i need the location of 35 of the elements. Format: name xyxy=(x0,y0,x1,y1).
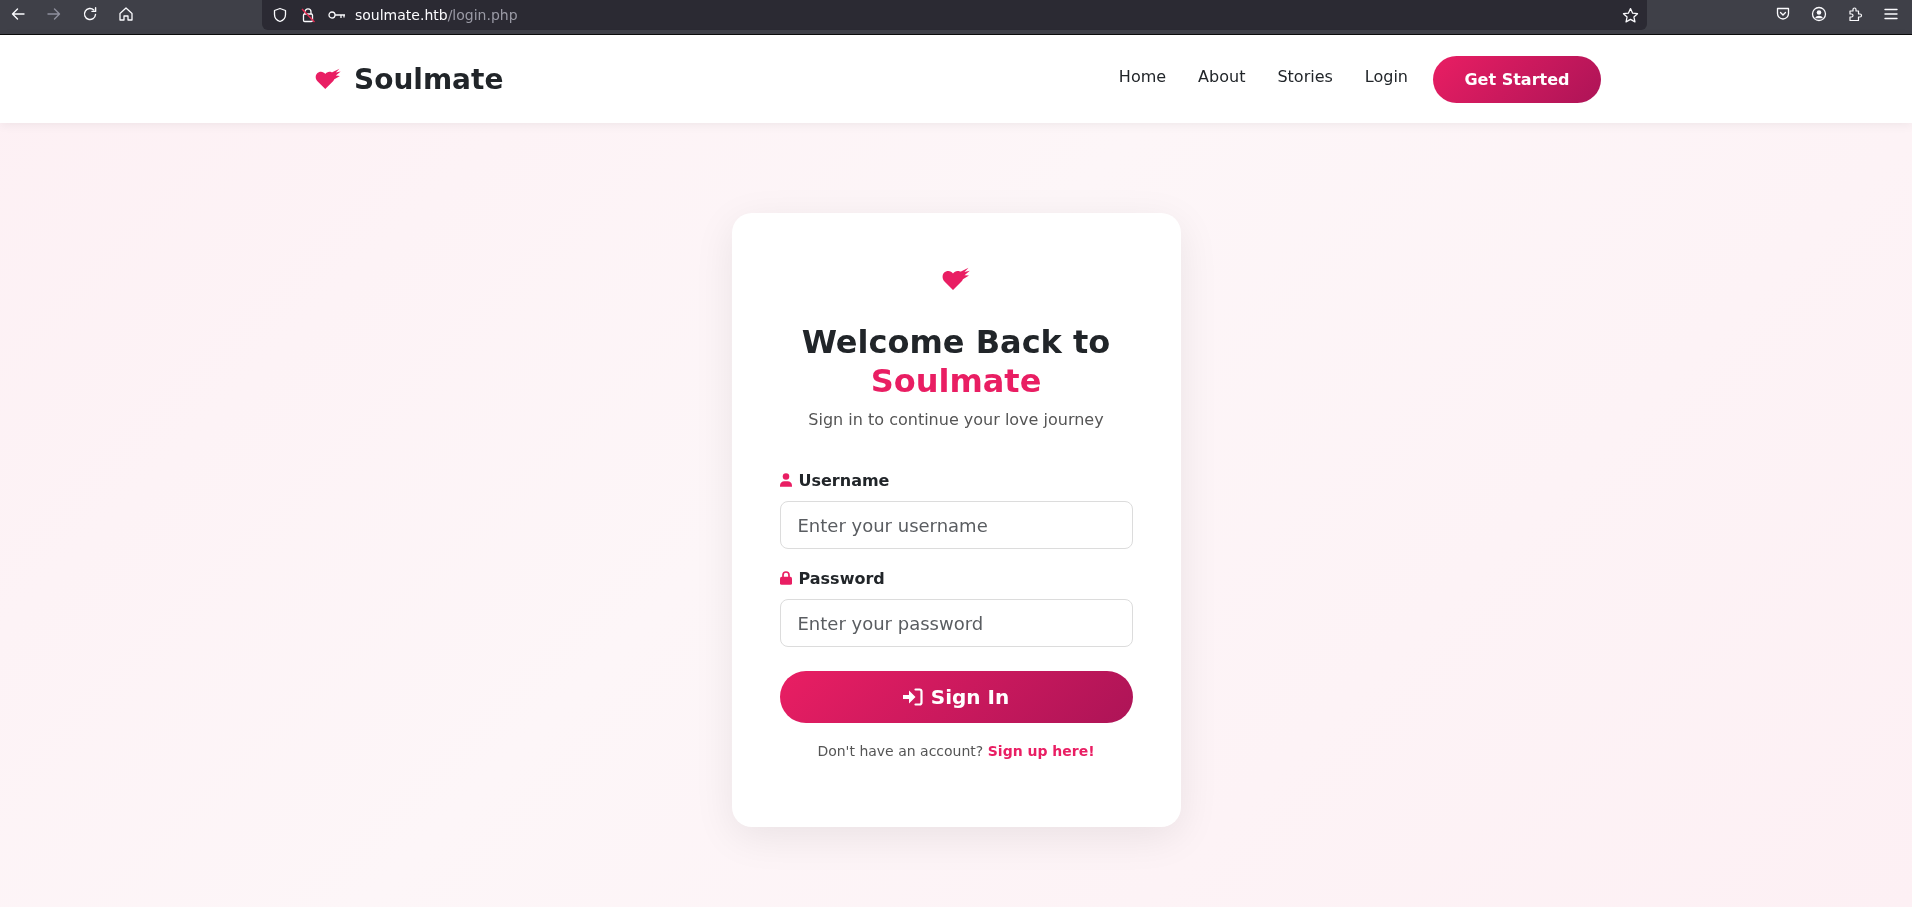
star-icon[interactable] xyxy=(1622,6,1639,24)
subtitle: Sign in to continue your love journey xyxy=(807,409,1105,431)
brand-highlight: Soulmate xyxy=(869,361,1043,400)
signup-link[interactable]: Sign up here! xyxy=(987,743,1095,759)
lock-icon xyxy=(779,571,792,585)
account-circle-icon[interactable] xyxy=(1811,6,1827,22)
menu-icon[interactable] xyxy=(1883,6,1899,22)
field-label: Username xyxy=(798,470,890,490)
get-started-button[interactable]: Get Started xyxy=(1433,55,1601,103)
puzzle-icon[interactable] xyxy=(1847,6,1863,22)
url-text[interactable]: soulmate.htb/login.php xyxy=(355,7,518,23)
reload-icon[interactable] xyxy=(82,6,98,22)
sign-in-icon xyxy=(902,688,923,706)
sign-in-button[interactable]: Sign In xyxy=(779,671,1133,723)
key-icon[interactable] xyxy=(328,10,346,20)
forward-icon[interactable] xyxy=(46,6,62,22)
nav-link[interactable]: Stories xyxy=(1261,66,1349,86)
welcome-heading: Welcome Back to xyxy=(800,323,1112,362)
password-field[interactable]: Enter your password xyxy=(779,599,1133,647)
username-field[interactable]: Enter your username xyxy=(779,501,1133,549)
nav-link[interactable]: About xyxy=(1182,66,1262,86)
home-icon[interactable] xyxy=(118,6,134,22)
address-bar[interactable]: soulmate.htb/login.php xyxy=(262,0,1647,30)
nav-link[interactable]: Login xyxy=(1348,66,1424,86)
shield-icon[interactable] xyxy=(272,7,288,23)
back-icon[interactable] xyxy=(10,6,26,22)
nav-link[interactable]: Home xyxy=(1102,66,1183,86)
brand-name[interactable]: Soulmate xyxy=(354,62,504,96)
crossed-lock-icon[interactable] xyxy=(300,7,316,23)
user-icon xyxy=(779,473,792,487)
field-label: Password xyxy=(798,568,885,588)
chevron-badge-icon[interactable] xyxy=(1775,6,1791,22)
heart-icon[interactable] xyxy=(315,68,341,90)
signup-prompt: Don't have an account? Sign up here! xyxy=(816,742,1096,761)
heart-icon xyxy=(942,267,970,291)
